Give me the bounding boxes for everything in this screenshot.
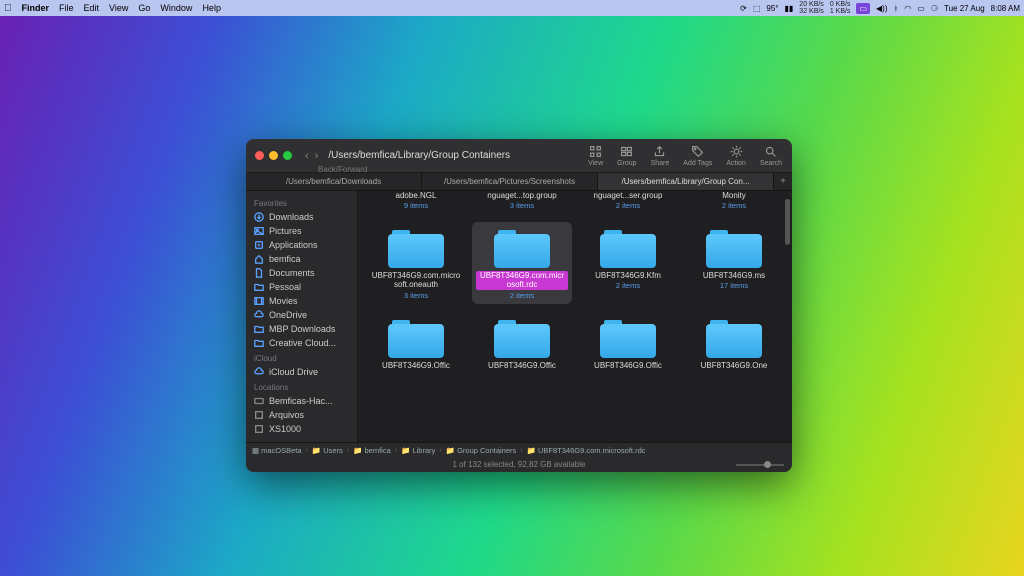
sidebar-item-location[interactable]: Bemficas-Hac...: [246, 394, 357, 408]
folder-item[interactable]: UBF8T346G9.Offic: [578, 312, 678, 374]
tray-icon[interactable]: ⬚: [753, 4, 761, 13]
folder-item[interactable]: UBF8T346G9.ms17 items: [684, 222, 784, 303]
sidebar-item-applications[interactable]: Applications: [246, 238, 357, 252]
network-stats-2[interactable]: 0 KB/s1 KB/s: [830, 1, 851, 15]
folder-icon: [706, 226, 762, 268]
sidebar-item-icloud[interactable]: iCloud Drive: [246, 365, 357, 379]
maximize-button[interactable]: [283, 151, 292, 160]
status-bar: 1 of 132 selected, 92,82 GB available: [246, 457, 792, 472]
sidebar-item-home[interactable]: bemfica: [246, 252, 357, 266]
tab[interactable]: /Users/bemfica/Pictures/Screenshots: [422, 173, 598, 190]
search-button[interactable]: Search: [760, 145, 782, 167]
battery-icon[interactable]: ▭: [917, 4, 925, 13]
share-button[interactable]: Share: [651, 145, 670, 167]
menu-help[interactable]: Help: [202, 3, 221, 13]
network-stats-1[interactable]: 20 KB/s32 KB/s: [799, 1, 824, 15]
path-seg[interactable]: 📁 Library: [401, 446, 435, 455]
window-title: /Users/bemfica/Library/Group Containers: [322, 150, 510, 161]
group-button[interactable]: Group: [617, 145, 636, 167]
path-seg[interactable]: 📁 Users: [312, 446, 343, 455]
folder-icon: [388, 316, 444, 358]
path-seg[interactable]: 📁 UBF8T346G9.com.microsoft.rdc: [527, 446, 646, 455]
folder-icon: [494, 226, 550, 268]
zoom-slider[interactable]: [736, 464, 784, 466]
view-button[interactable]: View: [588, 145, 603, 167]
scrollbar[interactable]: [785, 199, 790, 245]
sidebar-item-pessoal[interactable]: Pessoal: [246, 280, 357, 294]
folder-icon: [494, 316, 550, 358]
folder-icon: [600, 316, 656, 358]
path-seg[interactable]: ▦ macOSBeta: [252, 446, 302, 455]
forward-button[interactable]: ›: [315, 150, 319, 162]
folder-item[interactable]: adobe.NGL9 items: [366, 191, 466, 214]
sidebar-section-title: iCloud: [246, 350, 357, 365]
sidebar-item-documents[interactable]: Documents: [246, 266, 357, 280]
tags-button[interactable]: Add Tags: [683, 145, 712, 167]
tab-bar: /Users/bemfica/Downloads /Users/bemfica/…: [246, 173, 792, 191]
sidebar-section-title: Locations: [246, 379, 357, 394]
battery-icon[interactable]: ▮▮: [784, 4, 793, 13]
folder-item[interactable]: UBF8T346G9.Offic: [472, 312, 572, 374]
path-seg[interactable]: 📁 bemfica: [353, 446, 391, 455]
control-center-icon[interactable]: ⚆: [931, 4, 938, 13]
back-button[interactable]: ‹: [305, 150, 309, 162]
folder-item[interactable]: nguaget...ser.group2 items: [578, 191, 678, 214]
menubar:  Finder File Edit View Go Window Help ⟳…: [0, 0, 1024, 16]
folder-item[interactable]: Monity2 items: [684, 191, 784, 214]
path-bar[interactable]: ▦ macOSBeta› 📁 Users› 📁 bemfica› 📁 Libra…: [246, 442, 792, 457]
menu-edit[interactable]: Edit: [84, 3, 100, 13]
sidebar-item-mbp-downloads[interactable]: MBP Downloads: [246, 322, 357, 336]
sidebar-item-location[interactable]: XS1000: [246, 422, 357, 436]
sidebar-item-onedrive[interactable]: OneDrive: [246, 308, 357, 322]
folder-item[interactable]: nguaget...top.group3 items: [472, 191, 572, 214]
menu-go[interactable]: Go: [138, 3, 150, 13]
sidebar-item-movies[interactable]: Movies: [246, 294, 357, 308]
action-button[interactable]: Action: [726, 145, 745, 167]
sidebar-section-title: Favorites: [246, 195, 357, 210]
sidebar-item-downloads[interactable]: Downloads: [246, 210, 357, 224]
date[interactable]: Tue 27 Aug: [944, 4, 985, 13]
folder-icon: [600, 226, 656, 268]
folder-item-selected[interactable]: UBF8T346G9.com.microsoft.rdc2 items: [472, 222, 572, 303]
time[interactable]: 8:08 AM: [991, 4, 1020, 13]
wifi-icon[interactable]: ◠: [904, 4, 911, 13]
app-name[interactable]: Finder: [22, 3, 50, 13]
back-forward-label: Back/Forward: [318, 165, 367, 174]
apple-menu[interactable]: : [4, 3, 12, 14]
menu-window[interactable]: Window: [160, 3, 192, 13]
file-grid[interactable]: adobe.NGL9 items nguaget...top.group3 it…: [358, 191, 792, 442]
close-button[interactable]: [255, 151, 264, 160]
sidebar-item-pictures[interactable]: Pictures: [246, 224, 357, 238]
menu-file[interactable]: File: [59, 3, 74, 13]
bluetooth-icon[interactable]: ᚼ: [893, 4, 898, 13]
sidebar-item-creative-cloud[interactable]: Creative Cloud...: [246, 336, 357, 350]
tab[interactable]: /Users/bemfica/Downloads: [246, 173, 422, 190]
folder-icon: [706, 316, 762, 358]
tray-app-icon[interactable]: ▭: [856, 3, 870, 14]
folder-item[interactable]: UBF8T346G9.One: [684, 312, 784, 374]
folder-item[interactable]: UBF8T346G9.com.microsoft.oneauth3 items: [366, 222, 466, 303]
new-tab-button[interactable]: +: [774, 173, 792, 190]
temperature[interactable]: 95°: [766, 4, 778, 13]
path-seg[interactable]: 📁 Group Containers: [446, 446, 517, 455]
finder-window[interactable]: ‹ › /Users/bemfica/Library/Group Contain…: [246, 139, 792, 472]
sidebar-item-location[interactable]: Arquivos: [246, 408, 357, 422]
tab[interactable]: /Users/bemfica/Library/Group Con...: [598, 173, 774, 190]
folder-item[interactable]: UBF8T346G9.Offic: [366, 312, 466, 374]
menu-view[interactable]: View: [109, 3, 128, 13]
volume-icon[interactable]: ◀)): [876, 4, 887, 13]
minimize-button[interactable]: [269, 151, 278, 160]
tray-icon[interactable]: ⟳: [740, 4, 747, 13]
sidebar: Favorites Downloads Pictures Application…: [246, 191, 358, 442]
folder-icon: [388, 226, 444, 268]
status-text: 1 of 132 selected, 92,82 GB available: [453, 460, 586, 469]
folder-item[interactable]: UBF8T346G9.Kfm2 items: [578, 222, 678, 303]
